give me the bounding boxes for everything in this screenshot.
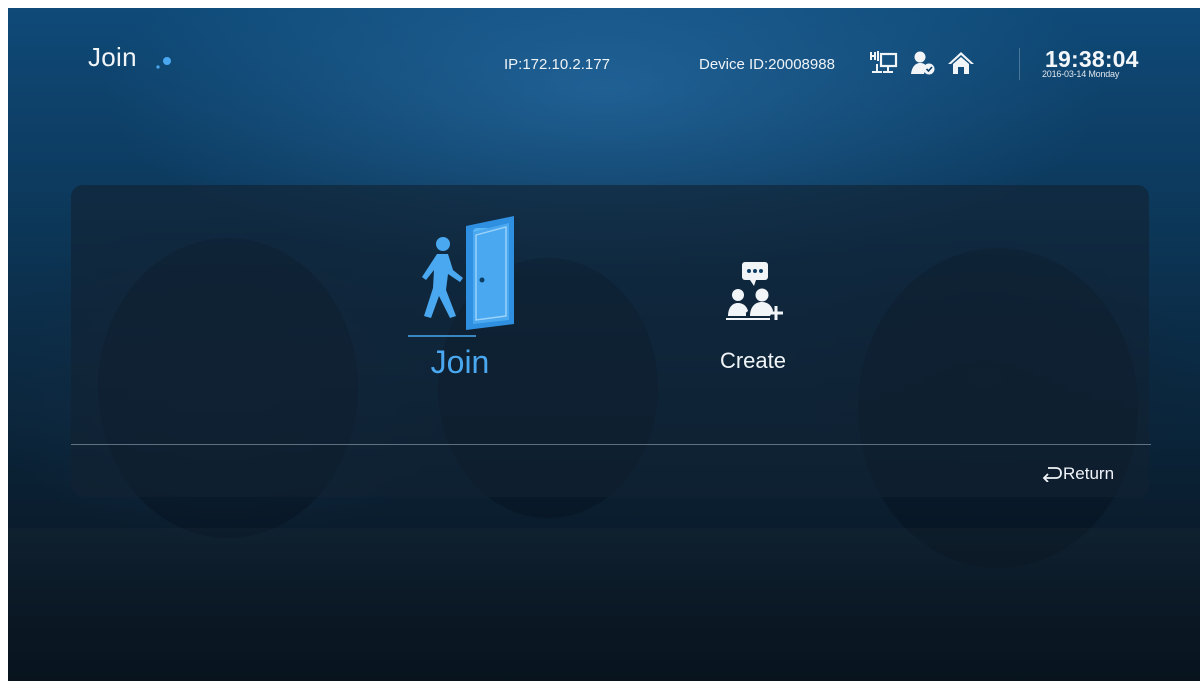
return-label: Return bbox=[1063, 464, 1115, 483]
background-table bbox=[8, 528, 1200, 681]
device-id: Device ID:20008988 bbox=[699, 56, 835, 73]
network-icon bbox=[870, 51, 898, 73]
walk-through-door-icon bbox=[408, 216, 514, 337]
join-label: Join bbox=[430, 344, 490, 380]
logo-dots-icon bbox=[156, 57, 171, 69]
meeting-options-panel bbox=[71, 185, 1149, 497]
create-label: Create bbox=[719, 348, 787, 373]
return-button[interactable]: Return bbox=[1042, 464, 1114, 484]
app-logo-text: Join bbox=[88, 42, 137, 72]
home-icon[interactable] bbox=[947, 50, 975, 76]
ip-address: IP:172.10.2.177 bbox=[504, 56, 610, 73]
top-status-bar: Join IP:172.10.2.177 Device ID:20008988 … bbox=[8, 8, 1200, 118]
clock-date: 2016-03-14 Monday bbox=[1042, 69, 1120, 79]
return-arrow-icon bbox=[1042, 467, 1062, 483]
user-online-icon bbox=[911, 51, 935, 75]
screen: Join IP:172.10.2.177 Device ID:20008988 … bbox=[8, 8, 1200, 681]
join-option-button[interactable]: Join bbox=[390, 208, 530, 388]
header-separator bbox=[1019, 48, 1020, 80]
panel-divider bbox=[71, 444, 1151, 445]
create-meeting-icon bbox=[726, 262, 783, 320]
create-option-button[interactable]: Create bbox=[698, 258, 808, 388]
